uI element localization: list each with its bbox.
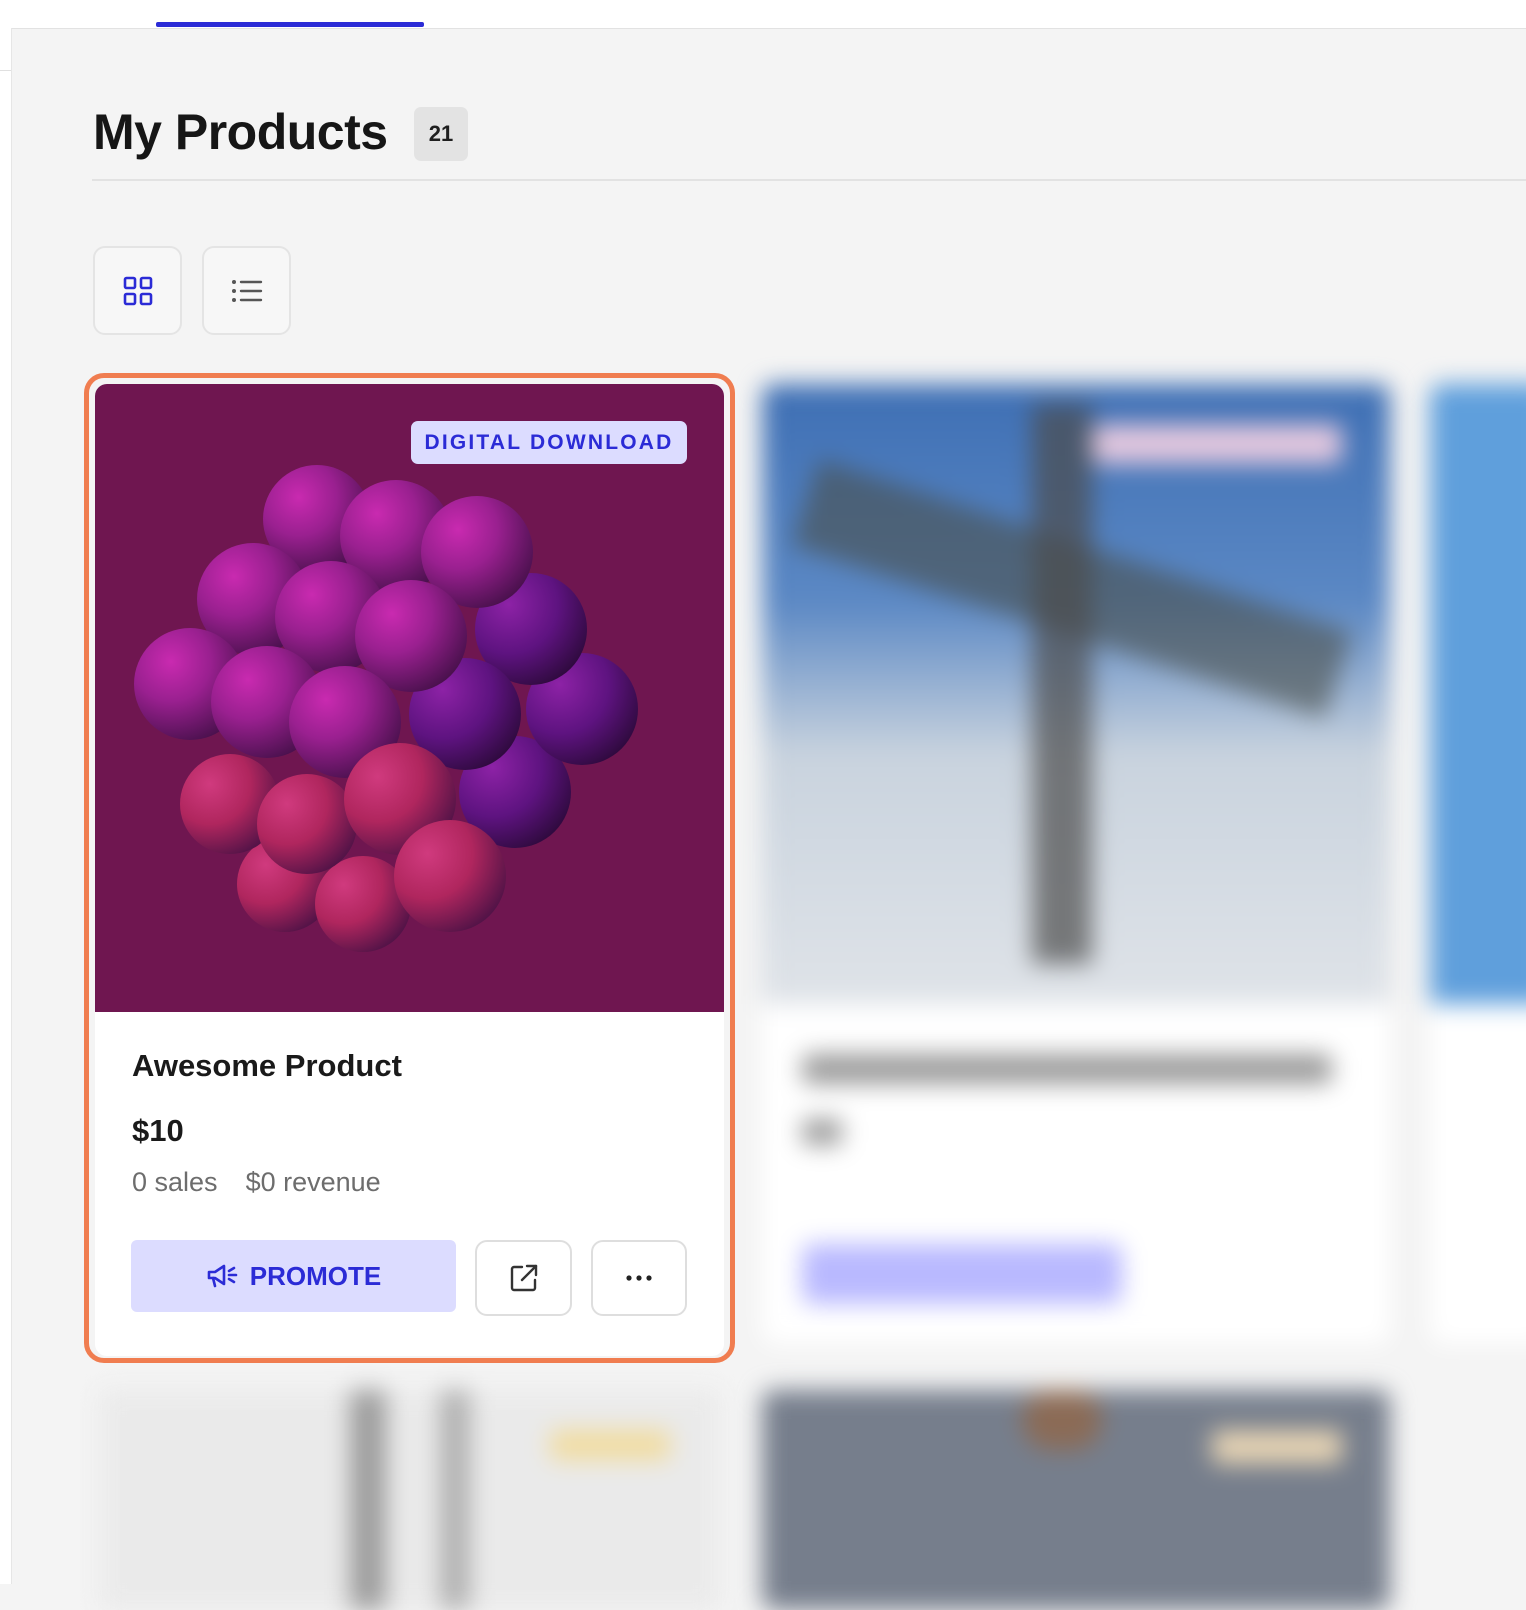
blurred-product-card — [762, 384, 1390, 1344]
external-link-icon — [510, 1264, 537, 1292]
product-price: $10 — [132, 1113, 184, 1148]
blurred-product-card — [1430, 384, 1526, 1344]
promote-label: PROMOTE — [249, 1260, 382, 1291]
top-tab-bar — [0, 0, 1526, 29]
product-stats: 0 sales $0 revenue — [132, 1167, 381, 1198]
title-divider — [92, 179, 1526, 181]
grid-view-button[interactable] — [93, 246, 182, 335]
megaphone-icon — [207, 1264, 238, 1288]
more-options-button[interactable] — [591, 1240, 687, 1316]
promote-button[interactable]: PROMOTE — [131, 1240, 456, 1312]
product-image: DIGITAL DOWNLOAD — [95, 384, 724, 1012]
blurred-product-card — [762, 1390, 1390, 1610]
product-name[interactable]: Awesome Product — [132, 1048, 402, 1084]
product-card[interactable]: DIGITAL DOWNLOAD Awesome Product $10 0 s… — [95, 384, 724, 1356]
product-artwork — [134, 465, 638, 952]
more-icon — [626, 1275, 652, 1281]
sales-count: 0 sales — [132, 1167, 218, 1197]
product-count-badge: 21 — [414, 107, 468, 161]
page-title: My Products — [93, 104, 388, 160]
sidebar-edge — [0, 28, 12, 1584]
list-icon — [231, 279, 262, 302]
product-type-badge: DIGITAL DOWNLOAD — [411, 421, 687, 464]
revenue-amount: $0 revenue — [245, 1167, 381, 1197]
grid-icon — [123, 276, 152, 305]
open-product-button[interactable] — [475, 1240, 572, 1316]
list-view-button[interactable] — [202, 246, 291, 335]
blurred-product-card — [100, 1390, 720, 1610]
active-tab-indicator — [156, 22, 424, 27]
